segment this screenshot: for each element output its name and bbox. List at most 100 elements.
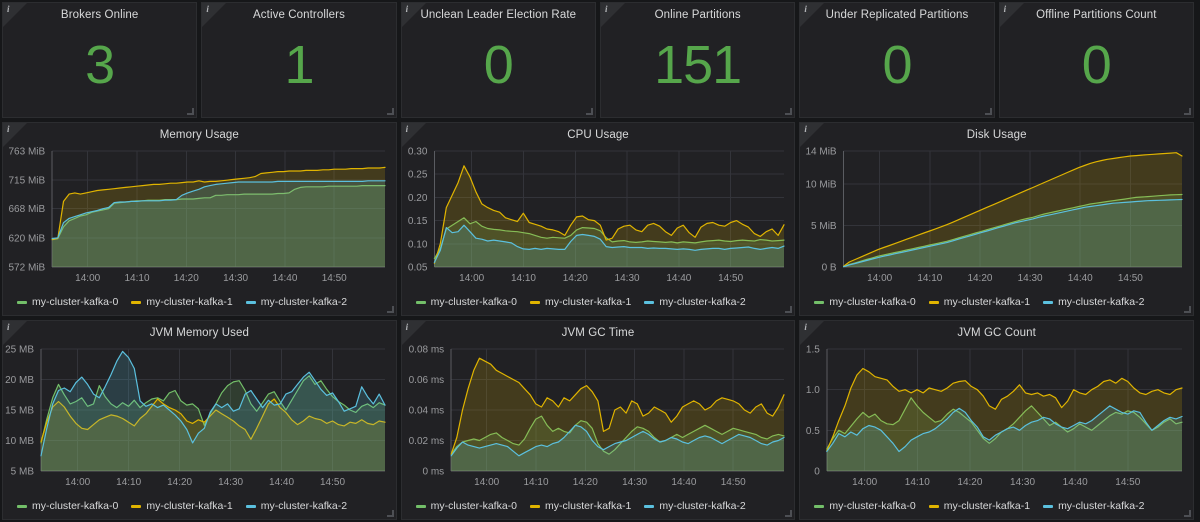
resize-handle-bar-v xyxy=(391,510,394,517)
y-axis-tick: 0.02 ms xyxy=(408,436,444,447)
info-icon[interactable]: i xyxy=(804,322,807,333)
stat-panel-active-controllers[interactable]: i Active Controllers 1 xyxy=(201,2,397,118)
legend-item[interactable]: my-cluster-kafka-0 xyxy=(17,500,118,512)
stat-panel-under-replicated-partitions[interactable]: i Under Replicated Partitions 0 xyxy=(799,2,995,118)
legend-color-swatch xyxy=(644,300,655,304)
y-axis-tick: 572 MiB xyxy=(9,263,46,274)
legend-item[interactable]: my-cluster-kafka-0 xyxy=(415,500,518,512)
info-icon[interactable]: i xyxy=(406,322,409,333)
legend-label: my-cluster-kafka-1 xyxy=(146,500,233,512)
x-axis-tick: 14:30 xyxy=(622,477,647,488)
stat-panel-brokers-online[interactable]: i Brokers Online 3 xyxy=(2,2,198,118)
x-axis-tick: 14:00 xyxy=(868,273,893,284)
y-axis-tick: 15 MB xyxy=(5,406,34,417)
x-axis-tick: 14:30 xyxy=(1010,477,1035,488)
legend-item[interactable]: my-cluster-kafka-1 xyxy=(530,296,631,308)
legend-item[interactable]: my-cluster-kafka-0 xyxy=(814,500,916,512)
info-icon[interactable]: i xyxy=(406,124,409,135)
panel-resize-handle[interactable] xyxy=(784,305,793,313)
panel-title: Memory Usage xyxy=(159,129,239,141)
graph-panel-jvm-gc-time[interactable]: i JVM GC Time 0 ms 0.02 ms 0.04 ms 0.06 ms 0.0… xyxy=(400,320,796,520)
legend-color-swatch xyxy=(928,504,939,508)
stat-panel-offline-partitions-count[interactable]: i Offline Partitions Count 0 xyxy=(998,2,1194,118)
plot-area: 0 ms 0.02 ms 0.04 ms 0.06 ms 0.08 ms 14:00 14:… xyxy=(402,339,795,497)
legend-color-swatch xyxy=(245,504,256,508)
legend-color-swatch xyxy=(1043,300,1054,304)
legend-color-swatch xyxy=(415,300,426,304)
panel-legend: my-cluster-kafka-0 my-cluster-kafka-1 my-c… xyxy=(3,293,396,311)
y-axis-tick: 0.08 ms xyxy=(408,345,444,356)
info-icon[interactable]: i xyxy=(7,124,10,135)
y-axis-tick: 0 xyxy=(815,467,821,478)
info-icon[interactable]: i xyxy=(7,322,10,333)
info-icon[interactable]: i xyxy=(605,4,608,15)
panel-legend: my-cluster-kafka-0 my-cluster-kafka-1 my-c… xyxy=(3,497,396,515)
resize-handle-bar-v xyxy=(590,108,593,115)
info-icon[interactable]: i xyxy=(7,4,10,15)
legend-label: my-cluster-kafka-0 xyxy=(32,500,119,512)
panel-resize-handle[interactable] xyxy=(386,509,394,517)
stat-value: 1 xyxy=(284,35,314,95)
y-axis-tick: 0.20 xyxy=(408,193,428,204)
legend-item[interactable]: my-cluster-kafka-2 xyxy=(644,296,746,308)
panel-resize-handle[interactable] xyxy=(784,107,793,115)
legend-item[interactable]: my-cluster-kafka-1 xyxy=(131,500,233,512)
panel-resize-handle[interactable] xyxy=(1183,305,1192,313)
legend-label: my-cluster-kafka-0 xyxy=(430,500,518,512)
legend-item[interactable]: my-cluster-kafka-2 xyxy=(1043,296,1144,308)
legend-label: my-cluster-kafka-0 xyxy=(829,296,916,308)
x-axis-tick: 14:20 xyxy=(572,477,597,488)
y-axis-tick: 5 MB xyxy=(11,467,35,478)
x-axis-tick: 14:00 xyxy=(474,477,499,488)
x-axis-tick: 14:20 xyxy=(174,273,199,284)
panel-resize-handle[interactable] xyxy=(386,305,394,313)
panel-resize-handle[interactable] xyxy=(585,107,593,115)
panel-resize-handle[interactable] xyxy=(784,509,793,517)
legend-color-swatch xyxy=(245,300,256,304)
panel-resize-handle[interactable] xyxy=(1183,509,1192,517)
legend-item[interactable]: my-cluster-kafka-0 xyxy=(814,296,916,308)
graph-panel-cpu-usage[interactable]: i CPU Usage 0.05 0.10 0.15 0.20 0.25 0.30 14:00 1… xyxy=(400,122,796,316)
legend-item[interactable]: my-cluster-kafka-1 xyxy=(530,500,631,512)
x-axis-tick: 14:50 xyxy=(1116,477,1141,488)
legend-color-swatch xyxy=(530,300,541,304)
panel-legend: my-cluster-kafka-0 my-cluster-kafka-1 my-c… xyxy=(800,293,1193,311)
panel-resize-handle[interactable] xyxy=(1183,107,1191,115)
graph-panel-memory-usage[interactable]: i Memory Usage 572 MiB 620 MiB 668 MiB 715 Mi… xyxy=(2,122,397,316)
graph-panel-jvm-memory-used[interactable]: i JVM Memory Used 5 MB 10 MB 15 MB 20 MB 25 MB… xyxy=(2,320,397,520)
legend-item[interactable]: my-cluster-kafka-0 xyxy=(415,296,517,308)
info-icon[interactable]: i xyxy=(206,4,209,15)
legend-item[interactable]: my-cluster-kafka-0 xyxy=(17,296,118,308)
graph-panel-disk-usage[interactable]: i Disk Usage 0 B 5 MiB 10 MiB 14 MiB 14:00 14:1… xyxy=(799,122,1195,316)
legend-item[interactable]: my-cluster-kafka-2 xyxy=(245,500,347,512)
resize-handle-bar-v xyxy=(1189,306,1192,313)
panel-resize-handle[interactable] xyxy=(186,107,195,115)
legend-item[interactable]: my-cluster-kafka-1 xyxy=(131,296,233,308)
stat-panel-unclean-leader-election-rate[interactable]: i Unclean Leader Election Rate 0 xyxy=(400,2,596,118)
legend-color-swatch xyxy=(530,504,541,508)
graph-panel-jvm-gc-count[interactable]: i JVM GC Count 0 0.5 1.0 1.5 14:00 14:10 14:20 14… xyxy=(799,320,1195,520)
x-axis-tick: 14:50 xyxy=(322,273,347,284)
legend-item[interactable]: my-cluster-kafka-1 xyxy=(928,500,1030,512)
legend-item[interactable]: my-cluster-kafka-2 xyxy=(1043,500,1144,512)
resize-handle-bar-v xyxy=(790,108,793,115)
panel-resize-handle[interactable] xyxy=(386,107,394,115)
y-axis-tick: 0 ms xyxy=(422,467,444,478)
info-icon[interactable]: i xyxy=(406,4,409,15)
legend-item[interactable]: my-cluster-kafka-2 xyxy=(644,500,746,512)
y-axis-tick: 0.5 xyxy=(806,426,820,437)
info-icon[interactable]: i xyxy=(804,4,807,15)
info-icon[interactable]: i xyxy=(1004,4,1007,15)
y-axis-tick: 0 B xyxy=(822,263,837,274)
legend-label: my-cluster-kafka-2 xyxy=(260,296,348,308)
stat-panel-online-partitions[interactable]: i Online Partitions 151 xyxy=(599,2,796,118)
grafana-dashboard: i Brokers Online 3 i Active Controllers 1 i Unc… xyxy=(0,0,1200,522)
panel-resize-handle[interactable] xyxy=(984,107,992,115)
legend-item[interactable]: my-cluster-kafka-2 xyxy=(245,296,348,308)
legend-color-swatch xyxy=(1043,504,1054,508)
legend-item[interactable]: my-cluster-kafka-1 xyxy=(928,296,1030,308)
legend-color-swatch xyxy=(17,300,27,304)
info-icon[interactable]: i xyxy=(804,124,807,135)
panel-title: Brokers Online xyxy=(60,9,139,21)
y-axis-tick: 5 MiB xyxy=(811,221,837,232)
